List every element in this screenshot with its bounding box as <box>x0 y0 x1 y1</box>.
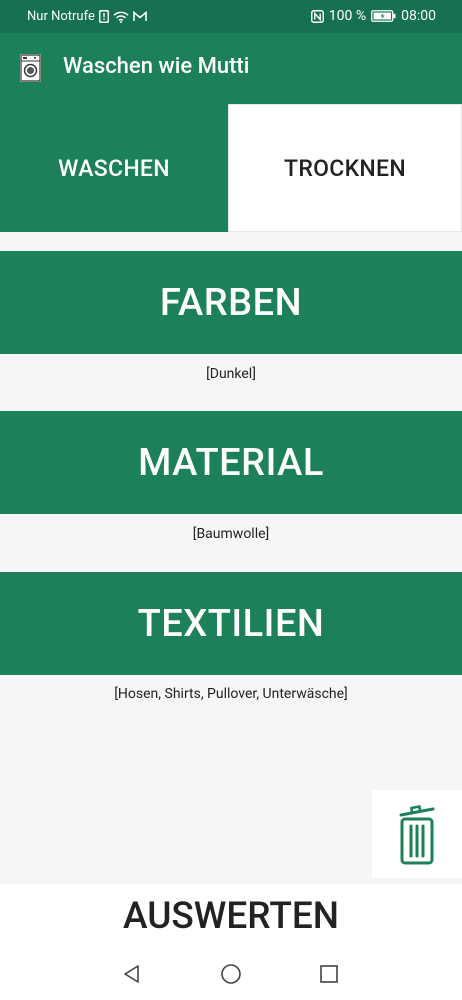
wifi-icon <box>113 11 129 23</box>
recents-square-icon[interactable] <box>317 962 341 986</box>
sim-alert-icon <box>98 10 109 23</box>
battery-percent: 100 % <box>328 8 367 24</box>
battery-icon <box>371 10 396 22</box>
farben-button[interactable]: FARBEN <box>0 251 462 354</box>
carrier-text: Nur Notrufe <box>27 9 95 24</box>
material-button[interactable]: MATERIAL <box>0 411 462 514</box>
status-right: 100 % 08:00 <box>310 8 436 24</box>
app-bar: Waschen wie Mutti <box>0 33 462 104</box>
back-triangle-icon[interactable] <box>120 962 144 986</box>
trash-icon <box>398 802 436 866</box>
textilien-button[interactable]: TEXTILIEN <box>0 572 462 675</box>
gmail-icon <box>133 11 147 22</box>
app-title: Waschen wie Mutti <box>63 54 250 79</box>
status-left: Nur Notrufe <box>27 9 147 24</box>
delete-button[interactable] <box>372 790 462 878</box>
farben-selection: [Dunkel] <box>206 366 256 382</box>
washing-machine-icon <box>20 54 41 82</box>
material-selection: [Baumwolle] <box>192 526 270 542</box>
tab-trocknen[interactable]: TROCKNEN <box>228 104 462 232</box>
textilien-selection: [Hosen, Shirts, Pullover, Unterwäsche] <box>114 686 348 702</box>
nfc-icon <box>310 9 324 23</box>
mode-tabs: WASCHEN TROCKNEN <box>0 104 462 232</box>
clock: 08:00 <box>401 8 436 24</box>
tab-waschen[interactable]: WASCHEN <box>0 104 228 232</box>
evaluate-button[interactable]: AUSWERTEN <box>0 892 462 940</box>
status-bar: Nur Notrufe 100 % 08:00 <box>0 0 462 33</box>
home-circle-icon[interactable] <box>219 962 243 986</box>
system-nav-bar <box>0 948 462 1000</box>
